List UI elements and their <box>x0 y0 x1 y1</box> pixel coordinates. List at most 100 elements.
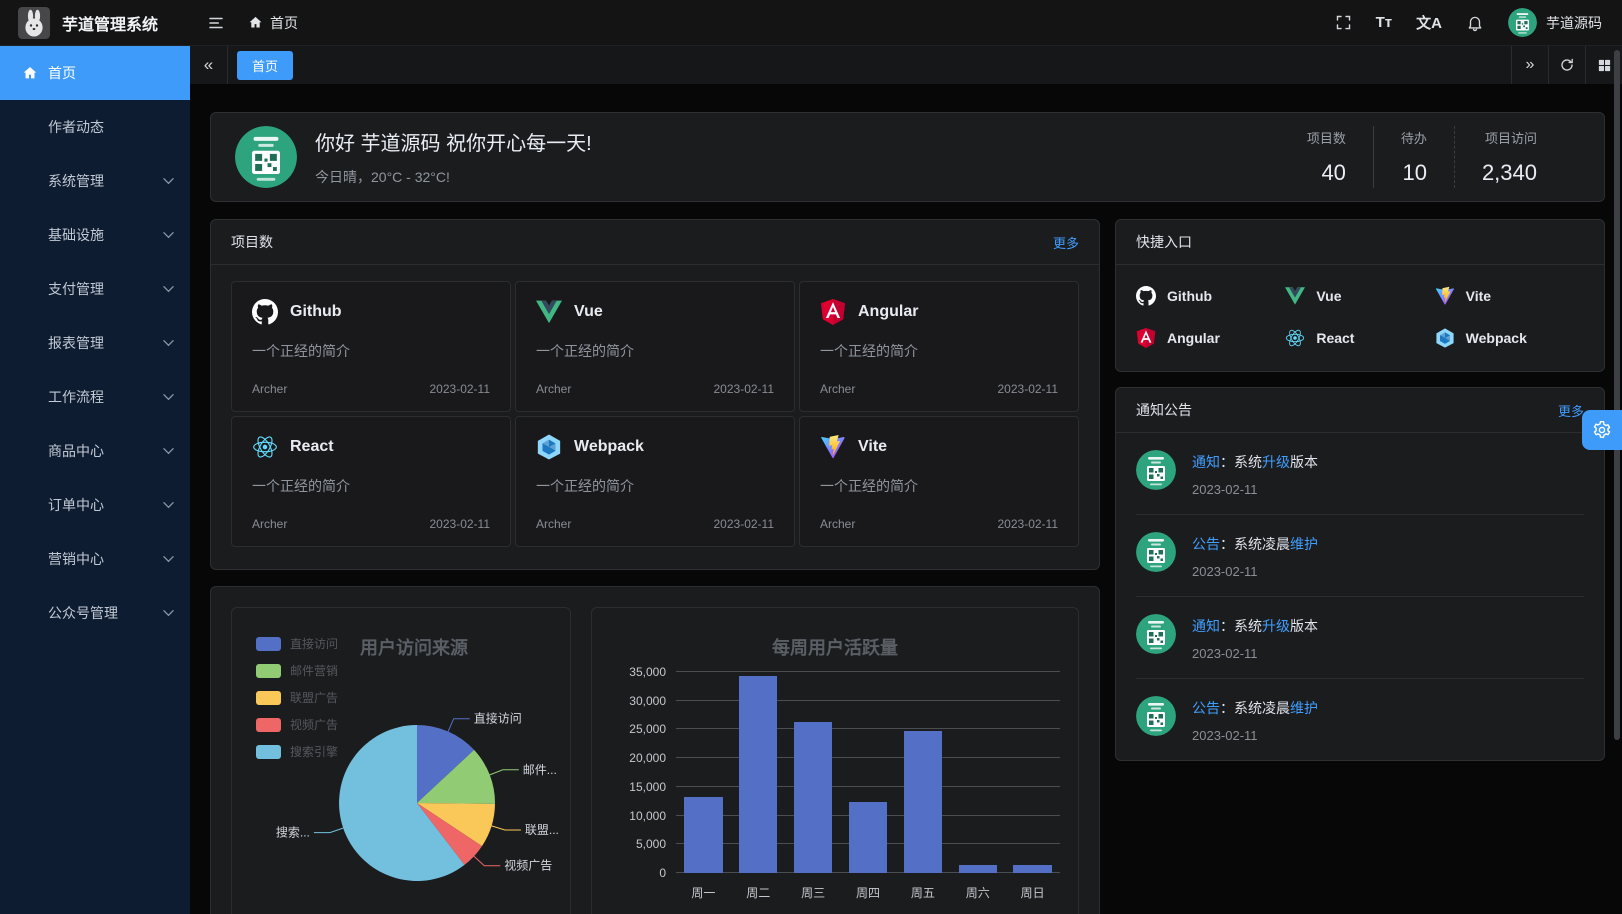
projects-panel-title: 项目数 <box>231 232 273 252</box>
project-date: 2023-02-11 <box>430 517 491 531</box>
stat-item: 待办 10 <box>1373 126 1454 188</box>
brand[interactable]: 芋道管理系统 <box>0 7 190 39</box>
legend-item-邮件营销[interactable]: 邮件营销 <box>256 662 338 679</box>
legend-item-联盟广告[interactable]: 联盟广告 <box>256 689 338 706</box>
project-name: Angular <box>858 303 918 321</box>
content-column: « 首页 » <box>190 46 1622 914</box>
project-desc: 一个正经的简介 <box>252 341 490 361</box>
sidebar-item-label: 商品中心 <box>48 441 104 461</box>
angular-icon <box>820 299 846 325</box>
notices-panel: 通知公告 更多 通知：系 <box>1115 387 1605 761</box>
sidebar-item[interactable]: 系统管理 <box>0 154 190 208</box>
locale-icon[interactable]: 文A <box>1416 12 1442 33</box>
bar-column-周五: 周五 <box>895 672 950 873</box>
project-card[interactable]: Webpack 一个正经的简介 Archer 2023-02-11 <box>515 416 795 547</box>
stat-label: 待办 <box>1401 128 1427 147</box>
bar <box>849 802 887 873</box>
project-author: Archer <box>536 517 571 531</box>
vite-icon <box>820 434 846 460</box>
stat-value: 2,340 <box>1482 160 1537 186</box>
chevron-down-icon <box>163 448 174 455</box>
project-card[interactable]: Vue 一个正经的简介 Archer 2023-02-11 <box>515 281 795 412</box>
shortcut-link[interactable]: Vue <box>1285 275 1434 317</box>
project-card[interactable]: Vite 一个正经的简介 Archer 2023-02-11 <box>799 416 1079 547</box>
shortcut-link[interactable]: Webpack <box>1435 317 1584 359</box>
legend-item-搜索引擎[interactable]: 搜索引擎 <box>256 743 338 760</box>
bar-column-周日: 周日 <box>1005 672 1060 873</box>
hamburger-icon[interactable] <box>202 9 230 37</box>
tab-home[interactable]: 首页 <box>237 51 293 80</box>
username: 芋道源码 <box>1546 13 1602 33</box>
notice-title: 公告：系统凌晨维护 <box>1192 534 1318 554</box>
project-card[interactable]: Github 一个正经的简介 Archer 2023-02-11 <box>231 281 511 412</box>
y-axis-tick: 20,000 <box>629 751 666 765</box>
notice-item[interactable]: 公告：系统凌晨维护 2023-02-11 <box>1116 679 1604 760</box>
sidebar-item[interactable]: 支付管理 <box>0 262 190 316</box>
chevron-down-icon <box>163 232 174 239</box>
shortcut-link[interactable]: React <box>1285 317 1434 359</box>
settings-button[interactable] <box>1582 410 1622 450</box>
sidebar-item[interactable]: 公众号管理 <box>0 586 190 640</box>
app-title: 芋道管理系统 <box>62 11 158 35</box>
sidebar-item[interactable]: 商品中心 <box>0 424 190 478</box>
notice-item[interactable]: 通知：系统升级版本 2023-02-11 <box>1116 597 1604 679</box>
breadcrumb[interactable]: 首页 <box>248 13 298 33</box>
qr-avatar <box>1136 532 1176 572</box>
y-axis-tick: 0 <box>659 866 666 880</box>
x-axis-tick: 周三 <box>786 884 841 901</box>
chevron-down-icon <box>163 340 174 347</box>
charts-panel: 直接访问邮件营销联盟广告视频广告搜索引擎 用户访问来源 直接访问邮件...联盟.… <box>210 586 1100 914</box>
user-menu[interactable]: 芋道源码 <box>1508 8 1602 37</box>
collapse-tabs-icon[interactable]: « <box>190 46 228 84</box>
bar-column-周三: 周三 <box>786 672 841 873</box>
sidebar-item[interactable]: 首页 <box>0 46 190 100</box>
project-desc: 一个正经的简介 <box>820 476 1058 496</box>
font-size-icon[interactable]: Tт <box>1376 14 1393 31</box>
project-name: React <box>290 438 334 456</box>
home-icon <box>22 65 38 81</box>
navbar-right: Tт 文A 芋道源码 <box>1335 8 1622 37</box>
bell-icon[interactable] <box>1466 14 1484 32</box>
notices-more-link[interactable]: 更多 <box>1558 401 1584 420</box>
sidebar-item[interactable]: 营销中心 <box>0 532 190 586</box>
stat-item: 项目数 40 <box>1280 126 1373 188</box>
bar-column-周一: 周一 <box>676 672 731 873</box>
stat-value: 40 <box>1307 160 1346 186</box>
sidebar-item[interactable]: 订单中心 <box>0 478 190 532</box>
project-date: 2023-02-11 <box>998 382 1059 396</box>
legend-swatch <box>256 718 281 732</box>
navbar-left: 首页 <box>190 9 298 37</box>
shortcuts-grid: Github Vue <box>1116 265 1604 371</box>
notice-date: 2023-02-11 <box>1192 482 1318 497</box>
legend-item-直接访问[interactable]: 直接访问 <box>256 635 338 652</box>
notices-list: 通知：系统升级版本 2023-02-11 <box>1116 433 1604 760</box>
qr-avatar <box>1136 614 1176 654</box>
legend-item-视频广告[interactable]: 视频广告 <box>256 716 338 733</box>
fullscreen-icon[interactable] <box>1335 14 1352 31</box>
project-card[interactable]: React 一个正经的简介 Archer 2023-02-11 <box>231 416 511 547</box>
chevron-down-icon <box>163 610 174 617</box>
bar <box>794 722 832 873</box>
scrollbar-thumb[interactable] <box>1614 50 1620 740</box>
shortcut-link[interactable]: Vite <box>1435 275 1584 317</box>
project-card[interactable]: Angular 一个正经的简介 Archer 2023-02-11 <box>799 281 1079 412</box>
project-author: Archer <box>252 382 287 396</box>
bar <box>1013 865 1051 873</box>
notice-item[interactable]: 通知：系统升级版本 2023-02-11 <box>1116 433 1604 515</box>
sidebar-item[interactable]: 报表管理 <box>0 316 190 370</box>
sidebar-item[interactable]: 工作流程 <box>0 370 190 424</box>
refresh-icon[interactable] <box>1548 46 1585 84</box>
notice-title: 通知：系统升级版本 <box>1192 452 1318 472</box>
project-name: Webpack <box>574 438 644 456</box>
shortcut-link[interactable]: Angular <box>1136 317 1285 359</box>
angular-icon <box>1136 328 1156 348</box>
projects-more-link[interactable]: 更多 <box>1053 233 1079 252</box>
notice-item[interactable]: 公告：系统凌晨维护 2023-02-11 <box>1116 515 1604 597</box>
expand-tabs-icon[interactable]: » <box>1511 46 1548 84</box>
sidebar-item[interactable]: 基础设施 <box>0 208 190 262</box>
sidebar-item[interactable]: 作者动态 <box>0 100 190 154</box>
shortcut-link[interactable]: Github <box>1136 275 1285 317</box>
rabbit-logo-icon <box>18 7 50 39</box>
bar <box>739 676 777 873</box>
svg-text:邮件...: 邮件... <box>523 763 557 777</box>
